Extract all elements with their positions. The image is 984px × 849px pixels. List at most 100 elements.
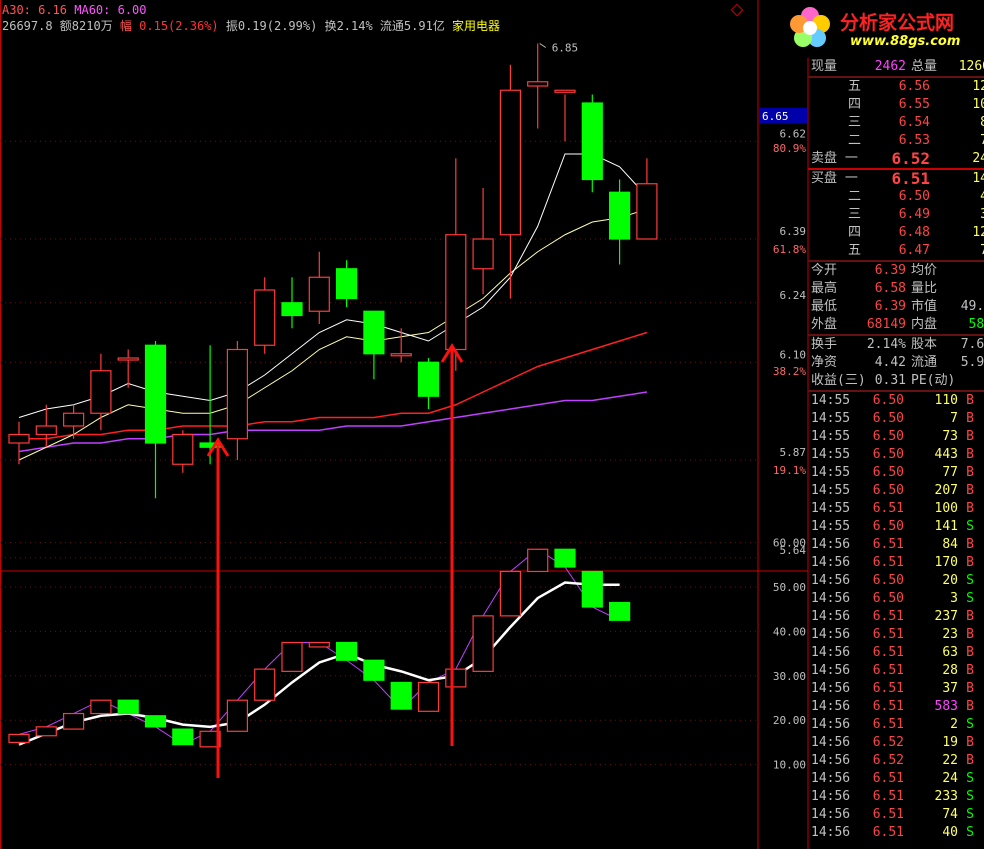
sub-candle (281, 641, 303, 672)
time: 14:56 (811, 789, 851, 804)
price-candle (62, 412, 85, 427)
sub-candle (499, 570, 521, 617)
label: 五 (848, 79, 862, 94)
value: 2.14% (866, 337, 906, 352)
time: 14:56 (811, 609, 851, 624)
sub-candle (336, 641, 358, 661)
time: 14:56 (811, 753, 851, 768)
volume: 40 (942, 825, 958, 840)
value: 6.39 (874, 299, 906, 314)
side: S (966, 771, 974, 786)
value: 49.3 (960, 299, 984, 314)
tick-row: 14:56 6.50 20 S (808, 572, 984, 590)
price-candle (35, 425, 57, 436)
logo-url[interactable]: www.88gs.com (850, 34, 960, 49)
price-candle (499, 89, 521, 236)
side: B (966, 537, 974, 552)
volume: 7 (980, 242, 984, 260)
label: 二 (848, 133, 862, 148)
value: 5.91 (960, 355, 984, 370)
price-candle (445, 234, 467, 351)
value: 6.39 (874, 263, 906, 278)
sub-tick-label: 60.00 (773, 537, 806, 550)
high-marker (539, 43, 546, 48)
tick-row: 14:56 6.52 19 B (808, 734, 984, 752)
tick-row: 14:56 6.51 28 B (808, 662, 984, 680)
side: S (966, 789, 974, 804)
price-candle (281, 302, 303, 317)
tick-row: 14:55 6.50 207 B (808, 482, 984, 500)
label: 市值 (911, 299, 938, 314)
time: 14:56 (811, 681, 851, 696)
side: S (966, 807, 974, 822)
price-candle (117, 357, 139, 361)
label: 四 (848, 225, 862, 240)
side: B (966, 753, 974, 768)
bid-row: 五 6.47 7 (808, 242, 984, 260)
price: 6.53 (898, 133, 930, 148)
side: B (966, 393, 974, 408)
price: 6.51 (872, 537, 904, 552)
price-tick-label: 5.87 (780, 446, 807, 459)
time: 14:56 (811, 627, 851, 642)
ma60-line (18, 391, 648, 453)
time: 14:56 (811, 645, 851, 660)
label: 外盘 (811, 317, 838, 332)
time: 14:56 (811, 735, 851, 750)
ask-row: 卖盘 一 6.52 24 (808, 150, 984, 168)
header-item: 0.15(2.36%) (139, 19, 226, 33)
price: 6.50 (872, 447, 904, 462)
time: 14:56 (811, 555, 851, 570)
side: B (966, 699, 974, 714)
price: 6.49 (898, 207, 930, 222)
time: 14:56 (811, 825, 851, 840)
side: S (966, 825, 974, 840)
time: 14:55 (811, 411, 851, 426)
price: 6.51 (872, 681, 904, 696)
label: 卖盘 一 (811, 151, 858, 166)
volume: 7 (950, 411, 958, 426)
volume: 63 (942, 645, 958, 660)
side: B (966, 429, 974, 444)
volume: 14 (972, 171, 984, 186)
volume: 2 (950, 717, 958, 732)
side: S (966, 591, 974, 606)
stat-row: 最低 6.39 市值 49.3 (808, 298, 984, 316)
label: 三 (848, 207, 862, 222)
tick-row: 14:55 6.50 77 B (808, 464, 984, 482)
tick-row: 14:56 6.51 583 B (808, 698, 984, 716)
volume-row: 现量 2462 总量 1266 (808, 58, 984, 76)
volume: 19 (942, 735, 958, 750)
time: 14:55 (811, 393, 851, 408)
label: 三 (848, 115, 862, 130)
sub-candle (144, 715, 167, 728)
price-tick-label: 6.62 (780, 127, 807, 140)
tick-row: 14:56 6.51 24 S (808, 770, 984, 788)
tick-row: 14:55 6.50 110 B (808, 392, 984, 410)
volume: 22 (942, 753, 958, 768)
side: B (966, 555, 974, 570)
price: 6.52 (891, 149, 930, 168)
side: B (966, 447, 974, 462)
time: 14:55 (811, 501, 851, 516)
price-candle (608, 191, 631, 240)
volume: 3 (980, 206, 984, 224)
price: 6.50 (872, 411, 904, 426)
volume: 12 (972, 225, 984, 240)
label: 流通 (911, 355, 938, 370)
label: 量比 (911, 281, 938, 296)
sub-candle (35, 726, 57, 737)
price-candle (581, 102, 603, 181)
time: 14:56 (811, 663, 851, 678)
price: 6.52 (872, 735, 904, 750)
current-price-tag-label: 6.65 (762, 110, 789, 123)
sub-candle (445, 668, 467, 688)
header-item: MA60: 6.00 (74, 3, 147, 17)
price: 6.50 (872, 519, 904, 534)
label: 现量 (811, 59, 838, 74)
side: S (966, 573, 974, 588)
header-item: A30: 6.16 (2, 3, 75, 17)
time: 14:55 (811, 465, 851, 480)
bid-row: 四 6.48 12 (808, 224, 984, 242)
price-candle (527, 81, 549, 87)
